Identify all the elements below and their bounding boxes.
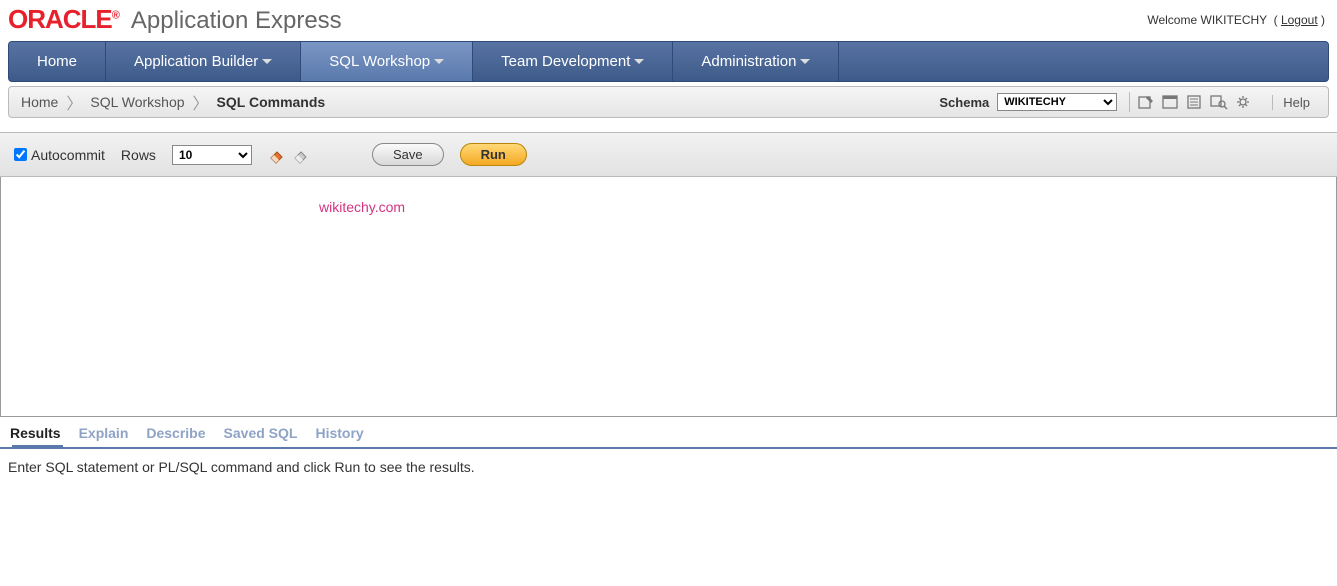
- save-button[interactable]: Save: [372, 143, 444, 166]
- toolbar-icons: [1129, 92, 1260, 112]
- rows-label: Rows: [121, 147, 156, 163]
- edit-icon[interactable]: [1136, 92, 1158, 112]
- breadcrumb-separator-icon: 〉: [193, 90, 209, 114]
- nav-application-builder[interactable]: Application Builder: [106, 42, 301, 81]
- nav-sql-workshop[interactable]: SQL Workshop: [301, 42, 473, 81]
- clear-icon[interactable]: [268, 146, 286, 164]
- results-tabs: Results Explain Describe Saved SQL Histo…: [0, 417, 1337, 449]
- tab-saved-sql[interactable]: Saved SQL: [224, 425, 298, 441]
- breadcrumb-home[interactable]: Home: [17, 94, 62, 110]
- chevron-down-icon: [434, 59, 444, 64]
- oracle-logo: ORACLE®: [8, 4, 119, 35]
- run-button[interactable]: Run: [460, 143, 527, 166]
- nav-label: SQL Workshop: [329, 53, 430, 70]
- welcome-text: Welcome WIKITECHY ( Logout ): [1147, 13, 1325, 27]
- results-message: Enter SQL statement or PL/SQL command an…: [8, 459, 475, 475]
- logo-area: ORACLE® Application Express: [8, 4, 342, 35]
- window-icon[interactable]: [1160, 92, 1182, 112]
- autocommit-control[interactable]: Autocommit: [14, 147, 105, 163]
- nav-label: Team Development: [501, 53, 630, 70]
- tab-explain[interactable]: Explain: [79, 425, 129, 441]
- autocommit-label: Autocommit: [31, 147, 105, 163]
- list-icon[interactable]: [1184, 92, 1206, 112]
- nav-label: Application Builder: [134, 53, 258, 70]
- breadcrumb-separator-icon: 〉: [66, 90, 82, 114]
- tab-results[interactable]: Results: [10, 425, 61, 441]
- breadcrumb: Home 〉 SQL Workshop 〉 SQL Commands: [17, 90, 329, 114]
- sql-editor[interactable]: [1, 177, 1336, 416]
- logout-link[interactable]: Logout: [1281, 13, 1318, 27]
- breadcrumb-sql-commands: SQL Commands: [213, 94, 330, 110]
- schema-label: Schema: [939, 95, 989, 110]
- breadcrumb-right: Schema WIKITECHY Help: [939, 92, 1320, 112]
- breadcrumb-bar: Home 〉 SQL Workshop 〉 SQL Commands Schem…: [8, 86, 1329, 118]
- chevron-down-icon: [634, 59, 644, 64]
- tab-describe[interactable]: Describe: [146, 425, 205, 441]
- autocommit-checkbox[interactable]: [14, 148, 27, 161]
- control-bar: Autocommit Rows 10 Save Run: [0, 132, 1337, 177]
- search-find-icon[interactable]: [1208, 92, 1230, 112]
- gear-icon[interactable]: [1232, 92, 1254, 112]
- help-link[interactable]: Help: [1272, 95, 1320, 110]
- username: WIKITECHY: [1201, 13, 1267, 27]
- results-body: Enter SQL statement or PL/SQL command an…: [0, 449, 1337, 485]
- chevron-down-icon: [800, 59, 810, 64]
- eraser-icons: [268, 146, 310, 164]
- chevron-down-icon: [262, 59, 272, 64]
- header: ORACLE® Application Express Welcome WIKI…: [0, 0, 1337, 41]
- breadcrumb-sql-workshop[interactable]: SQL Workshop: [86, 94, 188, 110]
- main-nav: Home Application Builder SQL Workshop Te…: [8, 41, 1329, 82]
- nav-label: Home: [37, 53, 77, 70]
- nav-team-development[interactable]: Team Development: [473, 42, 673, 81]
- nav-home[interactable]: Home: [9, 42, 106, 81]
- nav-label: Administration: [701, 53, 796, 70]
- schema-select[interactable]: WIKITECHY: [997, 93, 1117, 111]
- app-title: Application Express: [131, 7, 342, 35]
- nav-administration[interactable]: Administration: [673, 42, 839, 81]
- tab-history[interactable]: History: [315, 425, 363, 441]
- rows-select[interactable]: 10: [172, 145, 252, 165]
- clear-all-icon[interactable]: [292, 146, 310, 164]
- nav-spacer: [839, 42, 1328, 81]
- welcome-prefix: Welcome: [1147, 13, 1200, 27]
- sql-editor-area: wikitechy.com: [0, 177, 1337, 417]
